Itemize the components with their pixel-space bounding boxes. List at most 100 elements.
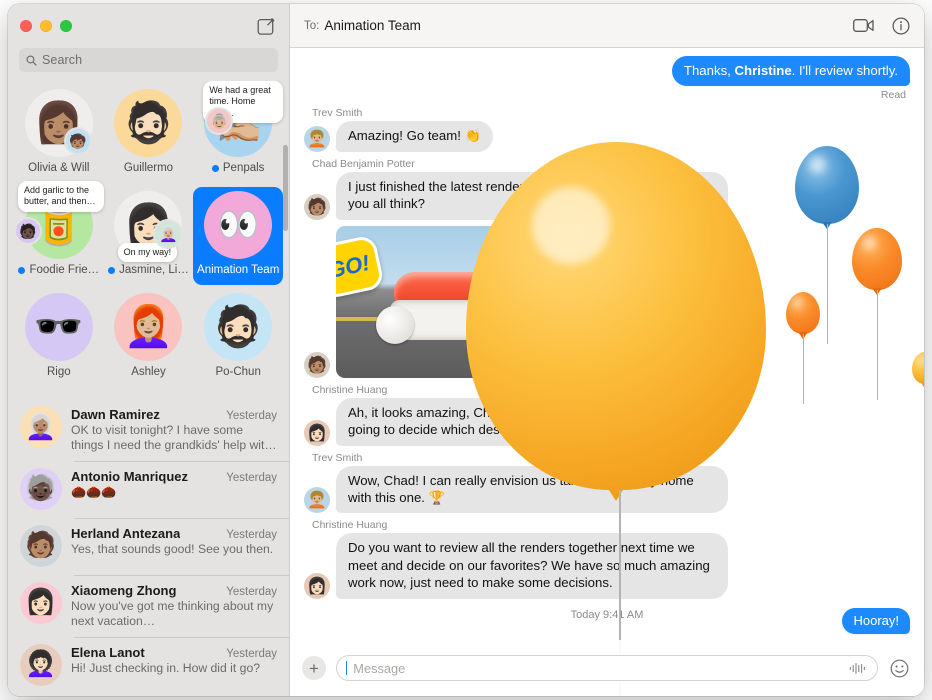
message-bubble-incoming[interactable]: I just finished the latest renderings fo… xyxy=(336,171,728,220)
traffic-lights xyxy=(20,20,72,32)
message-column: Thanks, Christine. I'll review shortly. xyxy=(671,56,910,87)
sticker-go[interactable]: GO! xyxy=(336,233,385,300)
attachment-image-sushi-car[interactable]: GO! Zoom! xyxy=(336,225,620,378)
sender-name: Christine Huang xyxy=(312,519,388,532)
conversation-timestamp: Yesterday xyxy=(226,471,277,484)
conversation-name: Antonio Manriquez xyxy=(71,468,188,484)
avatar: 👩🏻 xyxy=(304,572,330,599)
unread-dot xyxy=(108,266,116,274)
conversation-header: Herland Antezana Yesterday xyxy=(71,526,277,541)
conversation-preview: OK to visit tonight? I have some things … xyxy=(71,423,275,452)
search-icon xyxy=(26,55,37,66)
pinned-item-po-chun[interactable]: 🧔🏻 Po-Chun xyxy=(193,289,283,387)
message-group: Christine Huang 👩🏻 Do you want to review… xyxy=(304,519,910,599)
pinned-label-text: Rigo xyxy=(47,366,71,378)
minimize-button[interactable] xyxy=(40,20,52,32)
unread-dot xyxy=(211,164,219,172)
pinned-item-foodie-friends[interactable]: Add garlic to the butter, and then… 🥫 🧑🏿… xyxy=(14,181,104,285)
car-wheel xyxy=(376,305,414,344)
message-bubble-hooray[interactable]: Hooray! xyxy=(842,608,910,634)
pinned-item-jasmine[interactable]: 👩🏻 👩🏼‍🦳 On my way! Jasmine, Li… xyxy=(104,187,194,285)
conversation-row[interactable]: 👩🏽‍🦳 Dawn Ramirez Yesterday OK to visit … xyxy=(8,399,289,461)
group-member-avatar: 👩🏼‍🦳 xyxy=(155,221,182,247)
pinned-conversations: 👩🏽 🧒🏽 Olivia & Will 🧔🏻 Guillermo We had xyxy=(8,81,289,397)
conversation-row[interactable]: 👩🏻 Xiaomeng Zhong Yesterday Now you've g… xyxy=(8,574,289,637)
message-row-incoming: 🧑🏼‍🦱 Wow, Chad! I can really envision us… xyxy=(304,465,910,514)
conversation-header: Elena Lanot Yesterday xyxy=(71,645,277,660)
message-bubble-incoming[interactable]: Wow, Chad! I can really envision us taki… xyxy=(336,465,728,514)
pinned-label-text: Penpals xyxy=(222,162,265,174)
pinned-label-text: Ashley xyxy=(131,366,166,378)
pinned-item-label: Animation Team xyxy=(197,264,279,276)
conversation-preview: 🌰🌰🌰 xyxy=(71,484,117,499)
conversation-preview: Now you've got me thinking about my next… xyxy=(71,598,274,628)
conversation-timestamp: Yesterday xyxy=(226,410,277,422)
add-attachment-icon[interactable]: + xyxy=(302,656,326,680)
message-bubble-incoming[interactable]: Ah, it looks amazing, Chad. I love it so… xyxy=(336,397,728,446)
avatar: 👩🏻‍🦱 xyxy=(20,643,62,686)
pinned-item-penpals[interactable]: We had a great time. Home with… ✍🏼 👵🏼 Pe… xyxy=(193,81,283,183)
conversation-list: 👩🏽‍🦳 Dawn Ramirez Yesterday OK to visit … xyxy=(8,397,289,694)
search-input[interactable]: Search xyxy=(19,48,278,72)
avatar: 👩🏻 xyxy=(20,581,62,624)
emoji-picker-icon[interactable] xyxy=(888,657,910,679)
car-spoiler xyxy=(522,269,548,296)
conversation-timestamp: Yesterday xyxy=(226,528,277,541)
sender-name: Trev Smith xyxy=(312,107,363,120)
message-bubble-incoming[interactable]: Amazing! Go team! 👏 xyxy=(336,121,493,152)
avatar: 👩🏽‍🦳 xyxy=(20,406,62,448)
facetime-video-icon[interactable] xyxy=(853,18,874,33)
pinned-label-text: Olivia & Will xyxy=(28,162,90,174)
conversation-row[interactable]: 👩🏻‍🦱 Elena Lanot Yesterday Hi! Just chec… xyxy=(8,636,289,694)
conversation-body: Herland Antezana Yesterday Yes, that sou… xyxy=(71,525,277,557)
message-text-prefix: Thanks, xyxy=(683,63,735,78)
pinned-item-guillermo[interactable]: 🧔🏻 Guillermo xyxy=(104,85,194,183)
conversation-header: Xiaomeng Zhong Yesterday xyxy=(71,583,277,598)
search-container: Search xyxy=(8,48,289,81)
conversation-header: Antonio Manriquez Yesterday xyxy=(71,469,277,484)
sticker-heart-hands[interactable]: 🫶 xyxy=(620,187,652,218)
compose-icon[interactable] xyxy=(255,15,277,37)
avatar: 🧔🏻 xyxy=(114,89,183,157)
avatar: 🕶️ xyxy=(24,293,93,361)
message-row-incoming: 👩🏻 Do you want to review all the renders… xyxy=(304,533,910,599)
sidebar-scroll-area[interactable]: 👩🏽 🧒🏽 Olivia & Will 🧔🏻 Guillermo We had xyxy=(8,81,289,696)
message-group: Chad Benjamin Potter 🧑🏽 I just finished … xyxy=(304,158,910,378)
conversation-preview: Yes, that sounds good! See you then. xyxy=(71,541,274,556)
avatar: 👩🏻 xyxy=(304,419,330,446)
conversation-row[interactable]: 🧑🏽 Herland Antezana Yesterday Yes, that … xyxy=(8,517,289,575)
message-bubble-incoming[interactable]: Do you want to review all the renders to… xyxy=(336,533,728,599)
avatar: 👩🏼‍🦰 xyxy=(114,293,183,361)
close-button[interactable] xyxy=(20,20,32,32)
message-input[interactable]: Message xyxy=(336,655,878,681)
recipient-field[interactable]: Animation Team xyxy=(324,18,421,33)
pinned-item-animation-team[interactable]: 👀 Animation Team xyxy=(193,187,283,285)
pinned-label-text: Guillermo xyxy=(123,162,174,174)
pinned-item-ashley[interactable]: 👩🏼‍🦰 Ashley xyxy=(104,289,194,387)
sidebar-scrollbar[interactable] xyxy=(282,145,288,231)
header-actions xyxy=(853,16,910,35)
conversation-timestamp: Yesterday xyxy=(226,585,277,598)
audio-waveform-icon[interactable] xyxy=(849,662,867,675)
message-thread[interactable]: Thanks, Christine. I'll review shortly. … xyxy=(290,48,924,640)
message-row-outgoing: Thanks, Christine. I'll review shortly. xyxy=(304,56,910,87)
message-text-suffix: . I'll review shortly. xyxy=(791,63,898,78)
driver-visor xyxy=(488,263,514,275)
pinned-item-label: Ashley xyxy=(131,366,166,378)
avatar: 🧑🏽 xyxy=(304,351,330,378)
hooray-message-row: Hooray! xyxy=(842,608,910,634)
pinned-item-label: Olivia & Will xyxy=(28,162,89,174)
zoom-button[interactable] xyxy=(60,20,72,32)
message-bubble-outgoing[interactable]: Thanks, Christine. I'll review shortly. xyxy=(671,56,910,87)
conversation-row[interactable]: 🧓🏿 Antonio Manriquez Yesterday 🌰🌰🌰 xyxy=(8,460,289,518)
car-wheel xyxy=(486,305,524,344)
sticker-zoom[interactable]: Zoom! xyxy=(543,225,613,259)
avatar: 🧑🏼‍🦱 xyxy=(304,125,330,152)
pinned-item-rigo[interactable]: 🕶️ Rigo xyxy=(14,289,104,387)
pinned-label-text: Po-Chun xyxy=(215,366,261,378)
avatar: 🧑🏽 xyxy=(304,193,330,220)
conversation-name: Dawn Ramirez xyxy=(71,407,160,422)
info-icon[interactable] xyxy=(892,16,910,35)
conversation-body: Xiaomeng Zhong Yesterday Now you've got … xyxy=(71,582,277,629)
pinned-item-olivia-will[interactable]: 👩🏽 🧒🏽 Olivia & Will xyxy=(14,85,104,183)
